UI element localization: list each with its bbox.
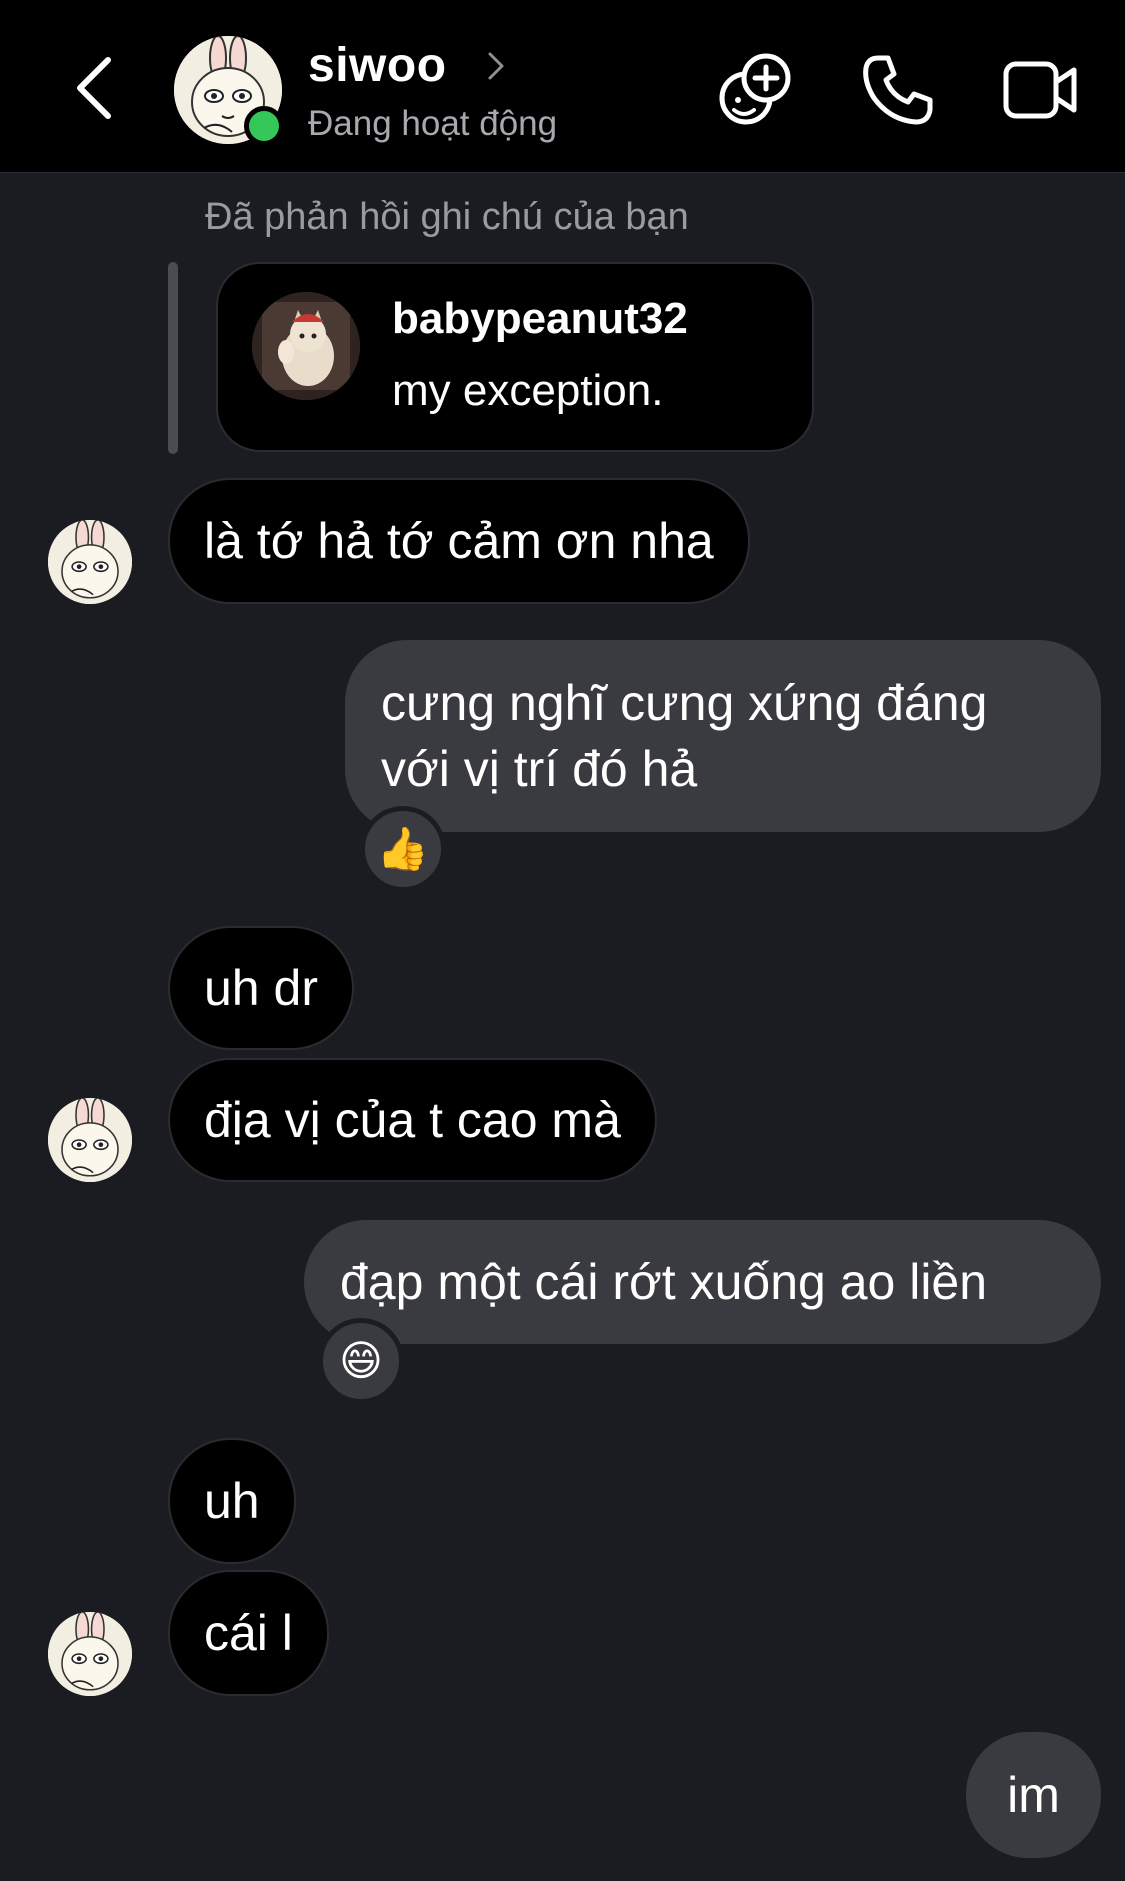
video-call-icon: [1003, 61, 1077, 119]
note-author-username: babypeanut32: [392, 294, 688, 343]
message-text-line-2: với vị trí đó hả: [381, 741, 698, 797]
phone-call-icon: [863, 55, 933, 125]
message-text: cái l: [204, 1605, 293, 1661]
voice-call-button[interactable]: [856, 48, 940, 132]
back-button[interactable]: [64, 52, 128, 124]
message-text: uh: [204, 1473, 260, 1529]
incoming-message[interactable]: uh: [168, 1438, 296, 1564]
sender-avatar[interactable]: [48, 520, 132, 604]
reply-indicator-bar: [168, 262, 178, 454]
sender-avatar[interactable]: [48, 1098, 132, 1182]
effects-button[interactable]: [712, 48, 796, 132]
note-reply-label: Đã phản hồi ghi chú của bạn: [205, 196, 689, 238]
message-text-line-1: cưng nghĩ cưng xứng đáng: [381, 675, 988, 731]
thumbs-up-reaction-icon: 👍: [376, 825, 430, 872]
note-text: my exception.: [392, 366, 664, 415]
chat-header: siwoo Đang hoạt động: [0, 0, 1125, 173]
message-reaction[interactable]: 👍: [360, 806, 446, 892]
video-call-button[interactable]: [998, 48, 1082, 132]
outgoing-message[interactable]: đạp một cái rớt xuống ao liền: [304, 1220, 1101, 1344]
bunny-avatar-image: [48, 1098, 132, 1182]
incoming-message[interactable]: địa vị của t cao mà: [168, 1058, 657, 1182]
message-text: địa vị của t cao mà: [204, 1092, 621, 1148]
chat-screen: siwoo Đang hoạt động Đã phản hồi ghi chú…: [0, 0, 1125, 1881]
back-chevron-icon: [77, 57, 111, 119]
message-text: uh dr: [204, 960, 318, 1016]
incoming-message[interactable]: là tớ hả tớ cảm ơn nha: [168, 478, 750, 604]
bunny-avatar-image: [48, 1612, 132, 1696]
contact-name[interactable]: siwoo: [308, 38, 447, 93]
incoming-message[interactable]: cái l: [168, 1570, 329, 1696]
outgoing-message[interactable]: cưng nghĩ cưng xứng đáng với vị trí đó h…: [345, 640, 1101, 832]
incoming-message[interactable]: uh dr: [168, 926, 354, 1050]
message-text: là tớ hả tớ cảm ơn nha: [204, 513, 714, 569]
note-author-avatar: [252, 292, 360, 400]
outgoing-message[interactable]: im: [966, 1732, 1101, 1858]
cat-photo-image: [252, 292, 360, 400]
add-effects-icon: [719, 53, 791, 125]
replied-note-card[interactable]: babypeanut32 my exception.: [216, 262, 814, 452]
grinning-face-reaction-icon: 😄: [339, 1337, 383, 1384]
message-reaction[interactable]: 😄: [318, 1318, 404, 1404]
bunny-avatar-image: [48, 520, 132, 604]
message-text: im: [1007, 1767, 1060, 1823]
name-chevron-icon[interactable]: [484, 48, 508, 84]
active-status: Đang hoạt động: [308, 104, 558, 143]
message-text: đạp một cái rớt xuống ao liền: [340, 1254, 988, 1310]
sender-avatar[interactable]: [48, 1612, 132, 1696]
online-status-dot: [244, 106, 284, 146]
